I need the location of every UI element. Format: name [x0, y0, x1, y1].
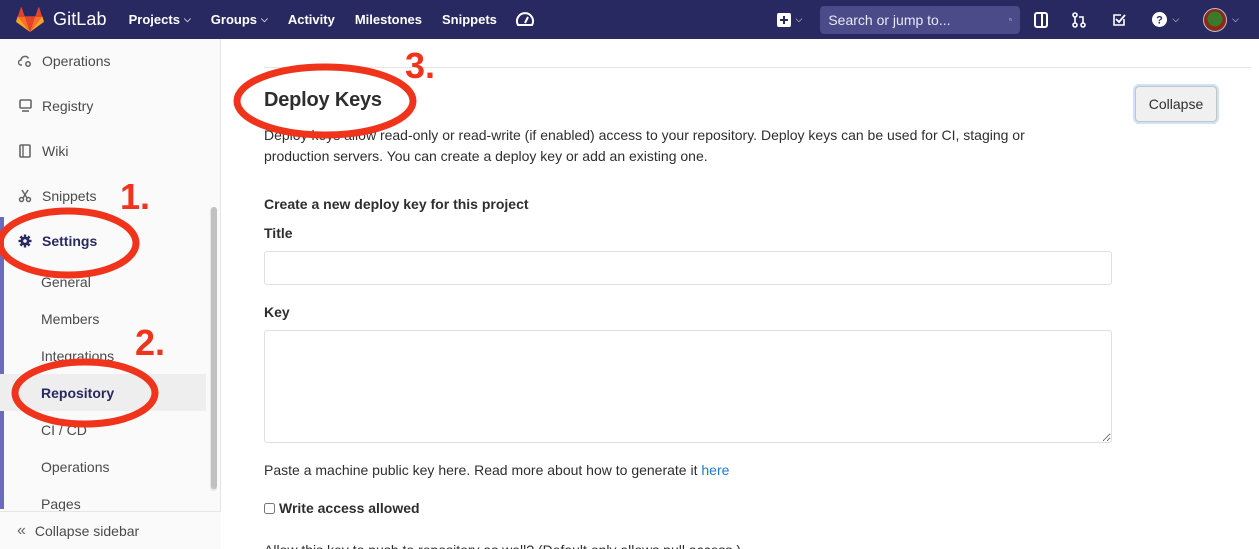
nav-snippets[interactable]: Snippets [442, 12, 497, 27]
write-access-label: Write access allowed [279, 500, 420, 516]
sidebar-subitem-operations[interactable]: Operations [0, 448, 206, 485]
sidebar-subitem-integrations[interactable]: Integrations [0, 337, 206, 374]
sidebar-item-label: Wiki [42, 142, 69, 159]
sidebar-toggle-icon[interactable] [1034, 11, 1049, 28]
nav-activity[interactable]: Activity [288, 12, 335, 27]
sidebar-item-label: Snippets [42, 187, 97, 204]
sidebar-subitem-label: Integrations [41, 347, 115, 364]
search-box[interactable] [820, 5, 1021, 34]
section-title: Deploy Keys [264, 89, 382, 111]
title-input[interactable] [264, 251, 1112, 285]
avatar [1203, 7, 1228, 32]
nav-right: ⌵ ? ⌵ ⌵ [776, 0, 1259, 39]
nav-projects[interactable]: Projects ⌵ [129, 12, 191, 27]
sidebar-item-wiki[interactable]: Wiki [0, 128, 206, 173]
collapse-sidebar-button[interactable]: « Collapse sidebar [0, 511, 221, 549]
annotation-step-1: 1. [120, 176, 151, 217]
scissors-icon [17, 188, 33, 204]
todo-check-icon[interactable] [1112, 13, 1127, 27]
title-label: Title [264, 225, 293, 241]
cloud-gear-icon [17, 53, 33, 69]
form-heading: Create a new deploy key for this project [264, 196, 529, 212]
annotation-step-2: 2. [135, 322, 166, 363]
search-icon [1009, 18, 1013, 21]
sidebar-item-operations[interactable]: Operations [0, 38, 206, 83]
nav-groups[interactable]: Groups ⌵ [211, 12, 268, 27]
main-content: Deploy Keys Collapse Deploy keys allow r… [221, 39, 1259, 549]
help-link[interactable]: here [701, 462, 729, 478]
write-access-row[interactable]: Write access allowed [264, 500, 420, 516]
sidebar-scrollbar-thumb[interactable] [211, 207, 217, 489]
key-help-text: Paste a machine public key here. Read mo… [264, 462, 729, 478]
sidebar-subitem-ci-cd[interactable]: CI / CD [0, 411, 206, 448]
chevron-down-icon: ⌵ [1172, 14, 1180, 24]
monitor-icon [17, 98, 33, 114]
sidebar-subitem-label: Members [41, 310, 100, 327]
search-input[interactable] [828, 11, 1010, 28]
book-icon [17, 143, 33, 159]
help-dropdown[interactable]: ? ⌵ [1152, 12, 1179, 27]
chevron-down-icon: ⌵ [183, 14, 191, 24]
collapse-button[interactable]: Collapse [1135, 86, 1217, 122]
sidebar-subitem-label: Pages [41, 495, 81, 512]
sidebar-item-settings[interactable]: Settings [0, 218, 206, 263]
sidebar-item-snippets[interactable]: Snippets [0, 173, 206, 218]
brand-name: GitLab [53, 9, 107, 29]
gitlab-logo-link[interactable]: GitLab [16, 0, 107, 39]
sidebar-item-registry[interactable]: Registry [0, 83, 206, 128]
nav-groups-label: Groups [210, 12, 258, 27]
section-description: Deploy keys allow read-only or read-writ… [264, 127, 1025, 164]
chevron-down-icon: ⌵ [1232, 14, 1239, 24]
gitlab-logo-icon [16, 6, 44, 32]
nav-milestones[interactable]: Milestones [355, 12, 422, 27]
key-textarea[interactable] [264, 330, 1112, 443]
user-menu[interactable]: ⌵ [1203, 7, 1239, 32]
help-icon: ? [1152, 12, 1168, 27]
performance-bar-icon[interactable] [515, 11, 535, 29]
sidebar-subitem-label: Operations [41, 458, 110, 475]
chevron-down-icon: ⌵ [261, 14, 268, 24]
sidebar-item-label: Settings [42, 232, 98, 249]
key-help-label: Paste a machine public key here. Read mo… [264, 462, 698, 478]
nav-activity-label: Activity [287, 12, 335, 27]
new-item-dropdown[interactable]: ⌵ [776, 12, 803, 27]
write-access-help: Allow this key to push to repository as … [264, 542, 741, 549]
sidebar-item-label: Operations [42, 52, 111, 69]
sidebar-subitem-members[interactable]: Members [0, 300, 206, 337]
key-label: Key [264, 304, 290, 320]
nav-links: Projects ⌵ Groups ⌵ Activity Milestones Sn… [129, 0, 535, 39]
collapse-sidebar-label: Collapse sidebar [34, 522, 140, 539]
chevron-down-icon: ⌵ [795, 14, 803, 24]
nav-milestones-label: Milestones [354, 12, 422, 27]
sidebar-subitem-repository[interactable]: Repository [0, 374, 206, 411]
top-navbar: GitLab Projects ⌵ Groups ⌵ Activity Milest… [0, 0, 1259, 39]
project-sidebar: Operations Registry Wiki Snippets Settin… [0, 39, 221, 549]
svg-text:?: ? [1156, 15, 1163, 27]
sidebar-subitem-general[interactable]: General [0, 263, 206, 300]
sidebar-subitem-label: General [41, 273, 91, 290]
sidebar-subitem-label: Repository [41, 384, 115, 401]
merge-request-icon[interactable] [1072, 11, 1087, 28]
nav-projects-label: Projects [128, 12, 180, 27]
annotation-step-3: 3. [405, 45, 436, 86]
sidebar-subitem-label: CI / CD [41, 421, 87, 438]
write-access-checkbox[interactable] [264, 502, 275, 514]
plus-square-icon [776, 12, 791, 27]
double-chevron-left-icon: « [17, 521, 26, 539]
sidebar-item-label: Registry [42, 97, 94, 114]
gear-icon [17, 233, 33, 249]
nav-snippets-label: Snippets [442, 12, 497, 27]
